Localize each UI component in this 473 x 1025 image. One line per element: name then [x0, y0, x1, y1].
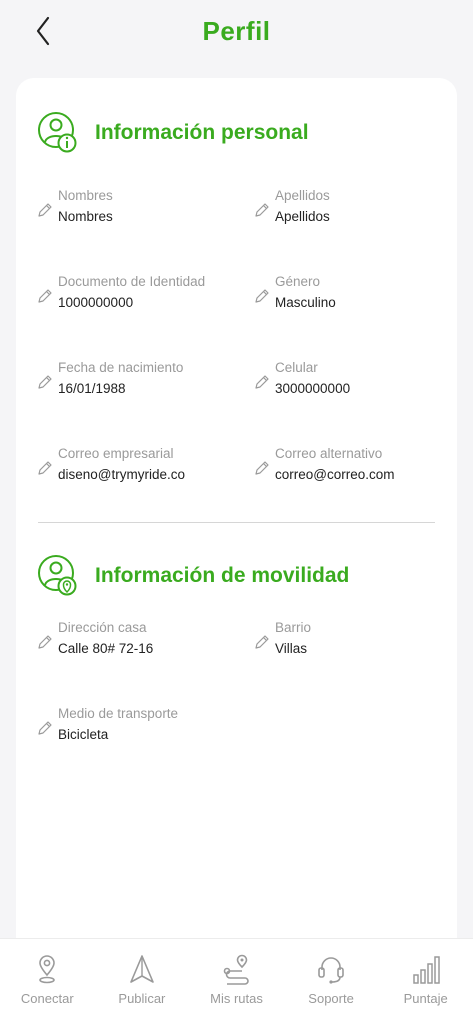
pencil-icon: [38, 375, 52, 389]
field-label: Nombres: [58, 188, 113, 203]
route-icon: [224, 954, 250, 985]
field-value: Apellidos: [275, 209, 330, 224]
pencil-icon: [255, 375, 269, 389]
pencil-icon: [255, 203, 269, 217]
nav-label: Publicar: [118, 991, 166, 1006]
field-value: Masculino: [275, 295, 336, 310]
mobility-info-title: Información de movilidad: [95, 564, 350, 587]
nav-item-puntaje[interactable]: Puntaje: [379, 939, 473, 1006]
profile-card: Información personal Nombres Nombres Ape…: [16, 78, 457, 958]
field-label: Celular: [275, 360, 318, 375]
pencil-icon: [255, 635, 269, 649]
field-value: Bicicleta: [58, 727, 109, 742]
nav-label: Conectar: [20, 991, 74, 1006]
pencil-icon: [38, 721, 52, 735]
field-value: Villas: [275, 641, 308, 656]
section-divider: [38, 522, 435, 523]
field-value: 16/01/1988: [58, 381, 126, 396]
nav-label: Soporte: [308, 991, 354, 1006]
pencil-icon: [255, 461, 269, 475]
field-value: Calle 80# 72-16: [58, 641, 154, 656]
personal-info-header: Información personal: [37, 111, 309, 155]
personal-info-title: Información personal: [95, 121, 309, 144]
field-label: Fecha de nacimiento: [58, 360, 184, 375]
pencil-icon: [38, 289, 52, 303]
nav-item-conectar[interactable]: Conectar: [0, 939, 94, 1006]
mobility-info-header: Información de movilidad: [37, 554, 349, 598]
field-label: Documento de Identidad: [58, 274, 206, 289]
pencil-icon: [38, 203, 52, 217]
nav-item-mis-rutas[interactable]: Mis rutas: [189, 939, 283, 1006]
pencil-icon: [38, 635, 52, 649]
field-label: Género: [275, 274, 321, 289]
field-label: Correo alternativo: [275, 446, 383, 461]
user-location-icon: [38, 555, 77, 596]
pencil-icon: [255, 289, 269, 303]
headset-icon: [318, 957, 344, 984]
field-label: Correo empresarial: [58, 446, 174, 461]
field-value: Nombres: [58, 209, 113, 224]
location-pin-icon: [39, 955, 56, 984]
nav-item-publicar[interactable]: Publicar: [95, 939, 189, 1006]
field-label: Barrio: [275, 620, 312, 635]
bar-chart-icon: [412, 956, 440, 984]
bottom-nav: Conectar Publicar Mis rutas Soporte Punt…: [0, 938, 473, 1025]
user-info-icon: [38, 112, 77, 153]
field-label: Medio de transporte: [58, 706, 179, 721]
field-label: Apellidos: [275, 188, 330, 203]
page-title: Perfil: [202, 16, 271, 46]
nav-label: Puntaje: [403, 991, 448, 1006]
nav-label: Mis rutas: [210, 991, 263, 1006]
field-label: Dirección casa: [58, 620, 147, 635]
field-value: 1000000000: [58, 295, 134, 310]
field-value: correo@correo.com: [275, 467, 395, 482]
navigation-arrow-icon: [130, 955, 154, 983]
pencil-icon: [38, 461, 52, 475]
field-value: 3000000000: [275, 381, 351, 396]
nav-item-soporte[interactable]: Soporte: [284, 939, 378, 1006]
header: Perfil: [0, 0, 473, 70]
field-value: diseno@trymyride.co: [58, 467, 185, 482]
